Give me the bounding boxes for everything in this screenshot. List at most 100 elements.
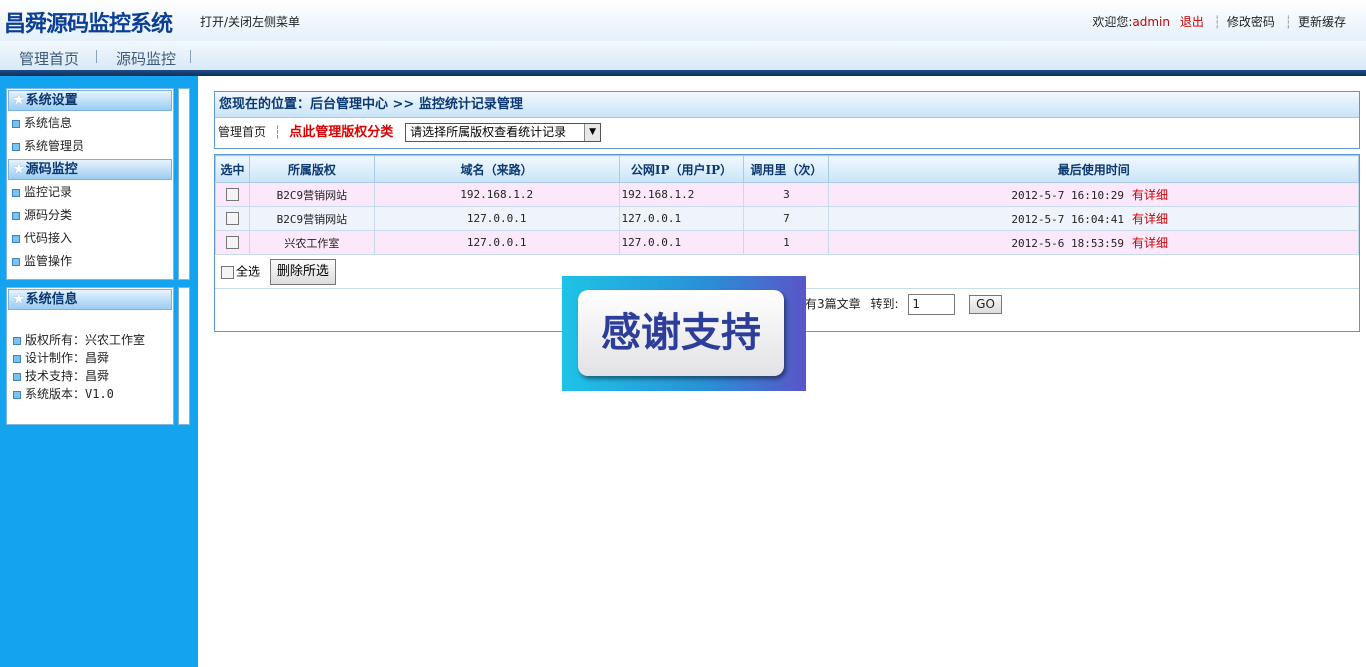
update-cache-link[interactable]: 更新缓存 xyxy=(1298,15,1346,29)
section-title-system-settings[interactable]: ★系统设置 xyxy=(8,90,172,111)
bullet-icon xyxy=(13,337,21,345)
row-checkbox[interactable] xyxy=(225,188,239,202)
cell-ip: 127.0.0.1 xyxy=(618,230,745,255)
table-row: B2C9营销网站 192.168.1.2 192.168.1.2 3 2012-… xyxy=(215,182,1359,207)
star-icon: ★ xyxy=(13,292,25,307)
sidebar-item-admins[interactable]: 系统管理员 xyxy=(7,135,173,158)
bullet-icon xyxy=(12,212,20,220)
detail-link[interactable]: 有详细 xyxy=(1132,212,1168,226)
cell-domain: 192.168.1.2 xyxy=(373,182,620,207)
welcome-label: 欢迎您: xyxy=(1092,15,1133,29)
info-copyright: 版权所有：兴农工作室 xyxy=(7,331,173,349)
nav-underline xyxy=(0,70,1366,76)
table-row: 兴农工作室 127.0.0.1 127.0.0.1 1 2012-5-6 18:… xyxy=(215,230,1359,255)
nav-divider xyxy=(96,50,97,63)
nav-item-source-monitor[interactable]: 源码监控 xyxy=(116,48,176,69)
home-link[interactable]: 管理首页 xyxy=(218,125,266,139)
cell-calls: 7 xyxy=(743,206,830,231)
username: admin xyxy=(1132,15,1170,29)
cell-owner: 兴农工作室 xyxy=(248,230,375,255)
table-row: B2C9营销网站 127.0.0.1 127.0.0.1 7 2012-5-7 … xyxy=(215,206,1359,231)
cell-calls: 3 xyxy=(743,182,830,207)
info-version: 系统版本：V1.0 xyxy=(7,385,173,403)
sidebar-item-system-info[interactable]: 系统信息 xyxy=(7,112,173,135)
nav-divider xyxy=(190,50,191,63)
bullet-icon xyxy=(12,235,20,243)
column-header: 选中 xyxy=(215,155,250,183)
cell-ip: 127.0.0.1 xyxy=(618,206,745,231)
delete-selected-button[interactable]: 删除所选 xyxy=(269,259,336,285)
bullet-icon xyxy=(13,355,21,363)
separator: ┆ xyxy=(1213,15,1221,29)
info-designer: 设计制作：昌舜 xyxy=(7,349,173,367)
sidebar-item-code-access[interactable]: 代码接入 xyxy=(7,227,173,250)
bullet-icon xyxy=(12,143,20,151)
column-header: 调用里（次） xyxy=(743,155,830,183)
location-panel: 您现在的位置：后台管理中心 >> 监控统计记录管理 管理首页 ┆ 点此管理版权分类 … xyxy=(214,91,1360,149)
manage-categories-link[interactable]: 点此管理版权分类 xyxy=(289,125,393,140)
thanks-badge: 感谢支持 xyxy=(578,290,784,376)
change-password-link[interactable]: 修改密码 xyxy=(1227,15,1275,29)
bullet-icon xyxy=(12,258,20,266)
cell-owner: B2C9营销网站 xyxy=(248,206,375,231)
star-icon: ★ xyxy=(13,93,25,108)
row-checkbox[interactable] xyxy=(225,212,239,226)
info-panel: ★系统信息 版权所有：兴农工作室 设计制作：昌舜 技术支持：昌舜 系统版本：V1… xyxy=(6,287,174,425)
cell-domain: 127.0.0.1 xyxy=(373,206,620,231)
cell-time: 2012-5-6 18:53:59 xyxy=(1011,237,1124,250)
cell-calls: 1 xyxy=(743,230,830,255)
separator: ┆ xyxy=(1284,15,1292,29)
section-title-source-monitor[interactable]: ★源码监控 xyxy=(8,159,172,180)
select-all-checkbox[interactable] xyxy=(221,265,234,279)
toggle-sidebar-link[interactable]: 打开/关闭左侧菜单 xyxy=(200,13,300,30)
nav-item-home[interactable]: 管理首页 xyxy=(19,48,79,69)
panel-edge xyxy=(178,88,190,280)
column-header: 域名（来路） xyxy=(373,155,620,183)
sidebar-item-supervision[interactable]: 监管操作 xyxy=(7,250,173,273)
filter-row: 管理首页 ┆ 点此管理版权分类 请选择所属版权查看统计记录 ▼ xyxy=(215,118,1359,148)
pager-summary: 有3篇文章 xyxy=(805,297,861,311)
column-header: 公网IP（用户IP） xyxy=(618,155,745,183)
thanks-overlay: 感谢支持 xyxy=(562,276,806,391)
page-number-input[interactable]: 1 xyxy=(908,294,956,315)
detail-link[interactable]: 有详细 xyxy=(1132,188,1168,202)
go-button[interactable]: GO xyxy=(969,295,1002,314)
copyright-select-value: 请选择所属版权查看统计记录 xyxy=(410,125,567,139)
column-header: 所属版权 xyxy=(248,155,375,183)
panel-edge xyxy=(178,287,190,425)
table-header-row: 选中 所属版权 域名（来路） 公网IP（用户IP） 调用里（次） 最后使用时间 xyxy=(215,155,1359,183)
cell-time: 2012-5-7 16:10:29 xyxy=(1011,189,1124,202)
bulk-actions: 全选 删除所选 xyxy=(221,259,336,287)
top-header: 昌舜源码监控系统 打开/关闭左侧菜单 欢迎您:admin 退出 ┆ 修改密码 ┆ 更… xyxy=(0,0,1366,41)
select-all-label: 全选 xyxy=(236,264,261,279)
cell-ip: 192.168.1.2 xyxy=(618,182,745,207)
sidebar-item-monitor-records[interactable]: 监控记录 xyxy=(7,181,173,204)
star-icon: ★ xyxy=(13,162,25,177)
logout-link[interactable]: 退出 xyxy=(1180,15,1204,29)
main-nav: 管理首页 源码监控 xyxy=(0,41,1366,70)
detail-link[interactable]: 有详细 xyxy=(1132,236,1168,250)
chevron-down-icon: ▼ xyxy=(584,124,601,141)
separator: ┆ xyxy=(274,125,282,139)
sidebar: ★系统设置 系统信息 系统管理员 ★源码监控 监控记录 源码分类 代码接入 监管… xyxy=(0,76,198,667)
cell-time: 2012-5-7 16:04:41 xyxy=(1011,213,1124,226)
row-checkbox[interactable] xyxy=(225,236,239,250)
user-toolbar: 欢迎您:admin 退出 ┆ 修改密码 ┆ 更新缓存 xyxy=(1092,13,1346,30)
bullet-icon xyxy=(12,189,20,197)
records-table: 选中 所属版权 域名（来路） 公网IP（用户IP） 调用里（次） 最后使用时间 … xyxy=(215,155,1359,255)
info-support: 技术支持：昌舜 xyxy=(7,367,173,385)
menu-panel: ★系统设置 系统信息 系统管理员 ★源码监控 监控记录 源码分类 代码接入 监管… xyxy=(6,88,174,280)
column-header: 最后使用时间 xyxy=(828,155,1359,183)
bullet-icon xyxy=(13,391,21,399)
cell-domain: 127.0.0.1 xyxy=(373,230,620,255)
copyright-select[interactable]: 请选择所属版权查看统计记录 ▼ xyxy=(405,123,602,142)
breadcrumb: 您现在的位置：后台管理中心 >> 监控统计记录管理 xyxy=(215,92,1359,118)
app-logo: 昌舜源码监控系统 xyxy=(4,11,173,37)
section-title-system-info: ★系统信息 xyxy=(8,289,172,310)
bullet-icon xyxy=(12,120,20,128)
pagination: 有3篇文章 转到: 1 GO xyxy=(805,294,1002,315)
bullet-icon xyxy=(13,373,21,381)
sidebar-item-source-categories[interactable]: 源码分类 xyxy=(7,204,173,227)
cell-owner: B2C9营销网站 xyxy=(248,182,375,207)
goto-label: 转到: xyxy=(870,297,899,311)
